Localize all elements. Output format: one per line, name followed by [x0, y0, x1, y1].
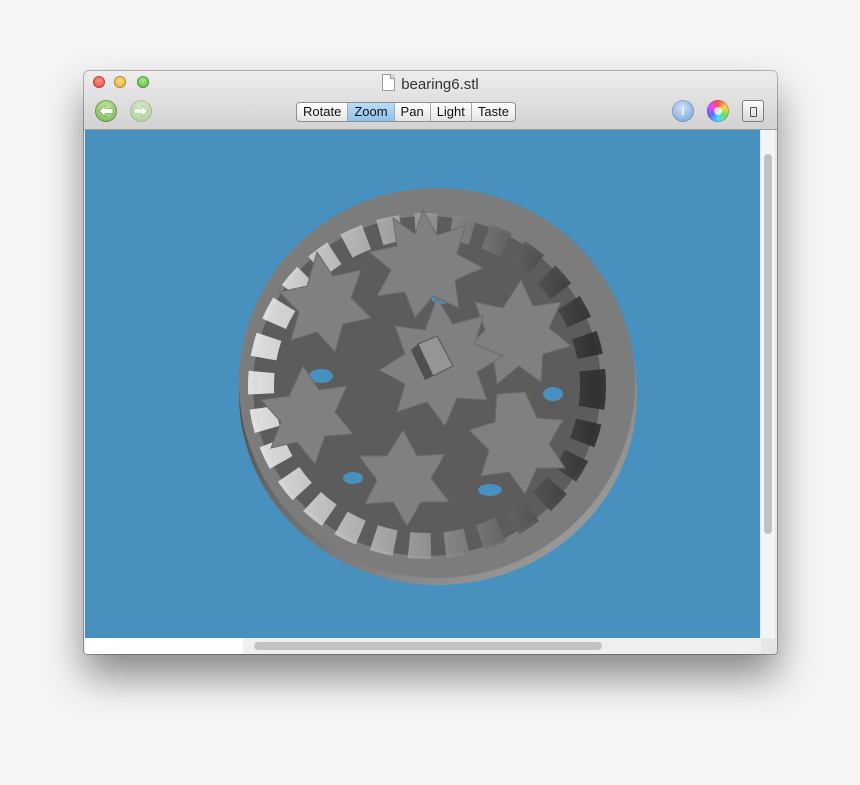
document-icon — [382, 74, 396, 91]
panel-toggle-icon[interactable] — [742, 100, 764, 122]
window-title-group: bearing6.stl — [84, 74, 777, 94]
vertical-scroll-thumb[interactable] — [764, 154, 772, 534]
mode-pan[interactable]: Pan — [395, 103, 431, 121]
gap — [543, 387, 563, 401]
bearing-gear-model[interactable] — [85, 130, 760, 638]
mode-light[interactable]: Light — [431, 103, 472, 121]
mode-segmented-control: Rotate Zoom Pan Light Taste — [296, 102, 516, 122]
mode-rotate[interactable]: Rotate — [297, 103, 349, 121]
gap — [478, 484, 502, 496]
forward-arrow-icon — [133, 104, 149, 118]
forward-button[interactable] — [130, 100, 152, 122]
color-wheel-icon[interactable] — [707, 100, 729, 122]
horizontal-scroll-track-start — [85, 638, 243, 654]
back-arrow-icon — [98, 104, 114, 118]
info-icon[interactable]: i — [672, 100, 694, 122]
mode-zoom[interactable]: Zoom — [348, 103, 395, 121]
3d-viewport[interactable] — [85, 130, 760, 638]
title-bar: bearing6.stl Rotate Zoom Pan Light Taste… — [84, 71, 777, 130]
vertical-scrollbar[interactable] — [761, 130, 775, 638]
back-button[interactable] — [95, 100, 117, 122]
gap — [343, 472, 363, 484]
mode-taste[interactable]: Taste — [472, 103, 515, 121]
horizontal-scrollbar[interactable] — [85, 638, 761, 654]
app-window: bearing6.stl Rotate Zoom Pan Light Taste… — [84, 71, 777, 654]
window-title: bearing6.stl — [401, 76, 479, 93]
horizontal-scroll-thumb[interactable] — [254, 642, 602, 650]
